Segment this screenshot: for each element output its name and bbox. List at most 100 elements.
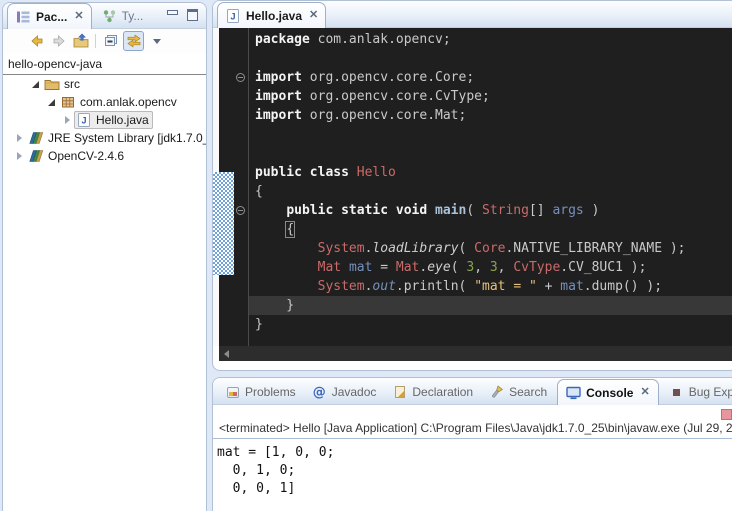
console-separator xyxy=(213,438,732,439)
bottom-tab-label: Bug Explorer xyxy=(689,385,732,399)
bottom-panel: Problems @ Javadoc Declaration Search xyxy=(212,377,732,511)
code-line[interactable] xyxy=(249,144,732,163)
editor-tabbar: J Hello.java xyxy=(213,1,732,28)
code-line[interactable] xyxy=(249,49,732,68)
tree-item-label: src xyxy=(64,77,80,91)
library-icon xyxy=(28,148,44,164)
fold-minus-icon[interactable] xyxy=(236,206,245,215)
bottom-tab[interactable]: Declaration xyxy=(384,380,481,404)
editor-panel: J Hello.java package com.anlak.opencv; im… xyxy=(212,0,732,371)
bottom-tab[interactable]: @ Javadoc xyxy=(304,380,385,404)
collapse-all-icon xyxy=(103,33,119,49)
package-tree: src com.anlak.opencv J Hello.java xyxy=(3,75,206,165)
search-icon xyxy=(489,385,504,399)
code-line[interactable]: import org.opencv.core.Mat; xyxy=(249,106,732,125)
link-with-editor-button[interactable] xyxy=(123,31,144,51)
type-hierarchy-icon xyxy=(101,8,117,24)
up-folder-icon xyxy=(73,33,89,49)
tree-item-label: com.anlak.opencv xyxy=(80,95,177,109)
code-line[interactable] xyxy=(249,125,732,144)
expand-arrow-icon[interactable] xyxy=(15,151,26,161)
tab-close-icon[interactable] xyxy=(640,387,649,398)
console-output-line: 0, 1, 0; xyxy=(217,462,732,480)
java-file-icon: J xyxy=(76,112,92,128)
package-explorer-icon xyxy=(15,9,31,25)
bottom-tab-label: Console xyxy=(586,386,633,400)
package-explorer-content: hello-opencv-java src com.anlak.opencv xyxy=(3,53,206,165)
bottom-tab[interactable]: Bug Explorer xyxy=(661,380,732,404)
expand-arrow-icon[interactable] xyxy=(47,97,58,107)
code-line[interactable]: } xyxy=(249,296,732,315)
code-line[interactable]: } xyxy=(249,315,732,334)
eclipse-window: { "colors": { "window_background": "#dfe… xyxy=(0,0,732,511)
console-output[interactable]: mat = [1, 0, 0; 0, 1, 0; 0, 0, 1] xyxy=(217,444,732,498)
svg-text:J: J xyxy=(230,11,235,21)
tree-item-label: JRE System Library [jdk1.7.0_25] xyxy=(48,131,207,145)
tab-close-icon[interactable] xyxy=(309,10,318,21)
editor-tab-hello-java[interactable]: J Hello.java xyxy=(217,2,326,28)
bottom-tab[interactable]: Console xyxy=(557,379,659,405)
minimize-button[interactable] xyxy=(167,10,178,15)
tree-item[interactable]: JRE System Library [jdk1.7.0_25] xyxy=(3,129,206,147)
tab-close-icon[interactable] xyxy=(74,11,83,22)
back-button[interactable] xyxy=(27,32,46,50)
code-line[interactable]: package com.anlak.opencv; xyxy=(249,30,732,49)
tab-package-explorer[interactable]: Pac... xyxy=(7,3,92,29)
toolbar-separator xyxy=(95,34,96,48)
declaration-icon xyxy=(392,385,407,399)
code-line[interactable]: System.loadLibrary( Core.NATIVE_LIBRARY_… xyxy=(249,239,732,258)
forward-icon xyxy=(51,33,67,49)
tree-item[interactable]: com.anlak.opencv xyxy=(3,93,206,111)
console-output-line: mat = [1, 0, 0; xyxy=(217,444,732,462)
tree-item[interactable]: OpenCV-2.4.6 xyxy=(3,147,206,165)
code-line[interactable]: public class Hello xyxy=(249,163,732,182)
bottom-tab-label: Declaration xyxy=(412,385,473,399)
back-icon xyxy=(29,33,45,49)
folding-ruler[interactable] xyxy=(234,28,249,346)
bottom-tab[interactable]: Problems xyxy=(217,380,304,404)
scroll-left-arrow-icon[interactable] xyxy=(224,350,229,358)
view-menu-button[interactable] xyxy=(153,39,161,44)
bottom-tab-label: Javadoc xyxy=(332,385,377,399)
tree-item[interactable]: J Hello.java xyxy=(3,111,206,129)
problems-icon xyxy=(225,385,240,399)
javadoc-icon: @ xyxy=(312,385,327,399)
tree-item[interactable]: src xyxy=(3,75,206,93)
editor-tab-label: Hello.java xyxy=(246,9,302,23)
code-line[interactable]: { xyxy=(249,182,732,201)
fold-minus-icon[interactable] xyxy=(236,73,245,82)
bottom-tab[interactable]: Search xyxy=(481,380,555,404)
package-explorer-panel: Pac... Ty... xyxy=(2,2,207,511)
svg-text:J: J xyxy=(81,116,86,126)
forward-button[interactable] xyxy=(49,32,68,50)
code-area[interactable]: package com.anlak.opencv; import org.open… xyxy=(249,28,732,346)
expand-arrow-icon[interactable] xyxy=(15,133,26,143)
code-line[interactable]: System.out.println( "mat = " + mat.dump(… xyxy=(249,277,732,296)
collapse-all-button[interactable] xyxy=(101,32,120,50)
h-scrollbar[interactable] xyxy=(219,346,732,361)
package-explorer-toolbar xyxy=(3,29,206,53)
range-indicator xyxy=(213,172,234,275)
tree-item-label: Hello.java xyxy=(96,113,149,127)
console-icon xyxy=(566,386,581,400)
terminate-button[interactable] xyxy=(721,409,732,420)
code-line[interactable]: import org.opencv.core.CvType; xyxy=(249,87,732,106)
code-line[interactable]: public static void main( String[] args ) xyxy=(249,201,732,220)
project-label[interactable]: hello-opencv-java xyxy=(3,53,206,75)
expand-arrow-icon[interactable] xyxy=(31,79,42,89)
tab-label: Pac... xyxy=(36,10,67,24)
code-line[interactable]: import org.opencv.core.Core; xyxy=(249,68,732,87)
tree-item-label: OpenCV-2.4.6 xyxy=(48,149,124,163)
console-view: <terminated> Hello [Java Application] C:… xyxy=(213,421,732,498)
code-line[interactable]: Mat mat = Mat.eye( 3, 3, CvType.CV_8UC1 … xyxy=(249,258,732,277)
bug-bullet-icon xyxy=(669,385,684,399)
code-line[interactable]: { xyxy=(249,220,732,239)
bottom-tabbar: Problems @ Javadoc Declaration Search xyxy=(213,378,732,405)
folder-icon xyxy=(44,76,60,92)
tab-type-hierarchy[interactable]: Ty... xyxy=(92,4,153,28)
maximize-button[interactable] xyxy=(187,9,198,21)
up-button[interactable] xyxy=(71,32,90,50)
library-icon xyxy=(28,130,44,146)
expand-arrow-icon[interactable] xyxy=(63,115,74,125)
java-file-icon: J xyxy=(225,8,241,24)
